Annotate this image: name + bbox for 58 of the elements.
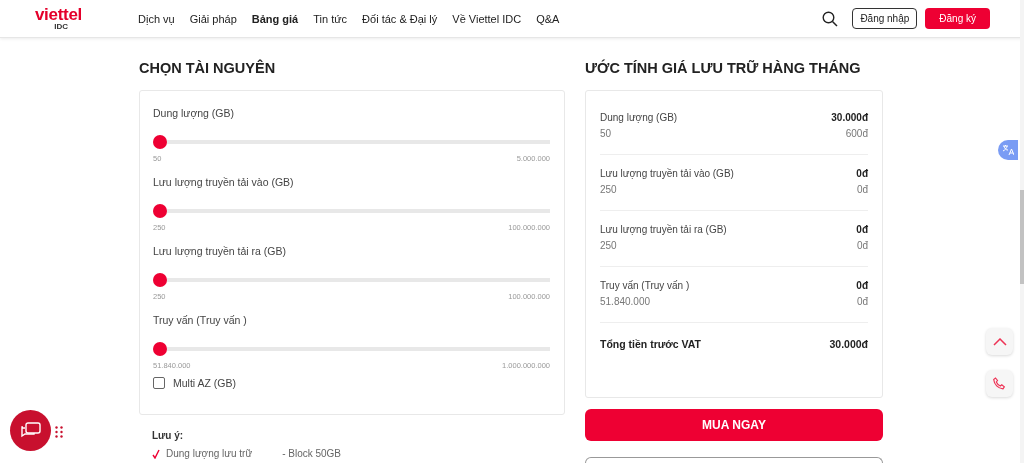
search-icon[interactable] [822,10,839,27]
note-item: Dung lượng lưu trữ [166,448,253,460]
item-label: Dung lượng (GB) [600,111,678,125]
checkbox[interactable] [153,377,165,389]
chevron-up-icon [992,337,1007,346]
item-amount: 250 [600,239,617,253]
slider-thumb[interactable] [153,135,167,149]
item-price: 0đ [856,223,868,237]
chat-icon [20,421,41,440]
nav-link[interactable]: Dịch vụ [138,12,175,25]
logo-brand: viettel [34,6,82,23]
note-value: - Block 50GB [282,448,342,460]
call-button[interactable] [986,370,1013,397]
unit-price: 0đ [856,295,868,309]
item-amount: 50 [600,127,612,141]
total-price: 30.000đ [829,338,868,350]
checkbox-label: Multi AZ (GB) [173,377,236,389]
item-amount: 250 [600,183,617,197]
nav-link[interactable]: Bảng giá [251,12,299,25]
section-title: CHỌN TÀI NGUYÊN [139,60,277,76]
section-title: ƯỚC TÍNH GIÁ LƯU TRỮ HÀNG THÁNG [585,60,862,76]
nav-link[interactable]: Đối tác & Đại lý [362,12,438,25]
unit-price: 600đ [845,127,868,141]
note-title: Lưu ý: [152,430,184,441]
login-button[interactable]: Đăng nhập [852,8,918,29]
translate-button[interactable] [998,140,1018,160]
slider-label: Truy vấn (Truy vấn ) [153,314,247,326]
scrollbar-thumb[interactable] [1020,190,1024,284]
nav-link[interactable]: Tin tức [313,12,348,25]
nav-link[interactable]: Giải pháp [189,12,237,25]
chat-button[interactable] [10,410,51,451]
slider-label: Lưu lượng truyền tải ra (GB) [153,245,286,257]
nav-link[interactable]: Q&A [536,12,560,25]
unit-price: 0đ [856,183,868,197]
phone-icon [993,377,1006,390]
scroll-top-button[interactable] [986,328,1013,355]
item-label: Lưu lượng truyền tải vào (GB) [600,167,734,181]
item-amount: 51.840.000 [600,295,651,309]
logo-subtitle: IDC [54,23,68,31]
slider-label: Dung lượng (GB) [153,107,235,119]
buy-button[interactable]: MUA NGAY [585,409,883,441]
slider-thumb[interactable] [153,273,167,287]
grip-icon[interactable] [55,426,63,438]
nav-link[interactable]: Về Viettel IDC [452,12,522,25]
item-label: Truy vấn (Truy vấn ) [600,279,690,293]
item-price: 30.000đ [831,111,868,125]
slider-thumb[interactable] [153,204,167,218]
slider-thumb[interactable] [153,342,167,356]
check-icon [152,449,160,459]
logo[interactable]: viettel IDC [20,6,82,31]
item-label: Lưu lượng truyền tải ra (GB) [600,223,727,237]
register-button[interactable]: Đăng ký [925,8,990,29]
item-price: 0đ [856,167,868,181]
item-price: 0đ [856,279,868,293]
unit-price: 0đ [856,239,868,253]
slider-label: Lưu lượng truyền tải vào (GB) [153,176,294,188]
translate-icon [1002,144,1014,156]
total-label: Tổng tiền trước VAT [600,338,701,350]
